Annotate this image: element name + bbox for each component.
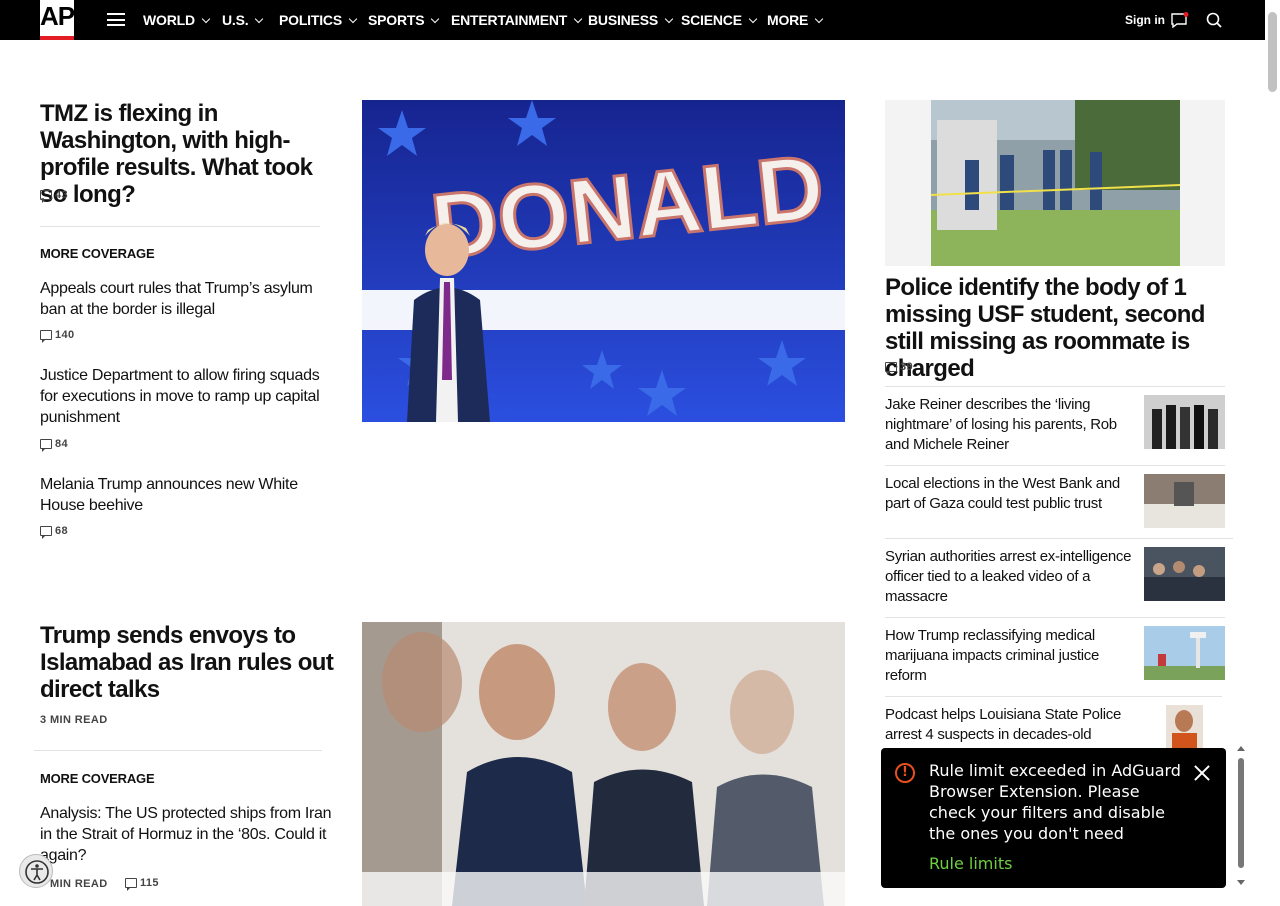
notification-chat-icon[interactable] — [1171, 12, 1189, 28]
top-navigation: AP WORLD U.S. POLITICS SPORTS ENTERTAINM… — [0, 0, 1265, 40]
nav-label: POLITICS — [279, 12, 342, 28]
comment-number: 140 — [55, 329, 75, 341]
search-icon[interactable] — [1206, 12, 1222, 28]
comment-count[interactable]: 140 — [40, 328, 75, 343]
more-coverage-label: MORE COVERAGE — [40, 246, 155, 261]
chevron-down-icon — [201, 14, 211, 24]
comment-count[interactable]: 115 — [125, 876, 159, 891]
comment-icon — [40, 190, 52, 203]
sidebar-story-4[interactable]: How Trump reclassifying medical marijuan… — [885, 626, 1135, 686]
nav-label: MORE — [767, 12, 809, 28]
sidebar-thumb-2[interactable] — [1144, 474, 1225, 528]
sidebar-story-5[interactable]: Podcast helps Louisiana State Police arr… — [885, 705, 1147, 745]
logo-text: AP — [40, 1, 75, 31]
thumb-tower — [1144, 626, 1225, 680]
nav-label: SPORTS — [368, 12, 425, 28]
divider — [885, 696, 1222, 697]
chevron-down-icon — [814, 14, 824, 24]
nav-sports[interactable]: SPORTS — [368, 11, 440, 29]
related-story-analysis[interactable]: Analysis: The US protected ships from Ir… — [40, 803, 336, 866]
related-story-2[interactable]: Justice Department to allow firing squad… — [40, 365, 336, 428]
divider — [885, 538, 1233, 539]
comment-number: 68 — [55, 525, 69, 537]
logo-red-bar — [40, 36, 74, 40]
comment-icon — [885, 362, 897, 375]
divider — [885, 386, 1225, 387]
chevron-down-icon — [348, 14, 358, 24]
sidebar-thumb-3[interactable] — [1144, 547, 1225, 601]
nav-label: BUSINESS — [588, 12, 658, 28]
chevron-down-icon — [664, 14, 674, 24]
related-story-1[interactable]: Appeals court rules that Trump’s asylum … — [40, 278, 336, 320]
comment-count[interactable]: 84 — [40, 437, 69, 452]
nav-label: SCIENCE — [681, 12, 742, 28]
divider — [885, 465, 1225, 466]
trump-stage-illustration: DONALD — [362, 100, 845, 422]
thumb-people — [1144, 395, 1225, 449]
nav-us[interactable]: U.S. — [222, 11, 264, 29]
sign-in-link[interactable]: Sign in — [1125, 12, 1165, 28]
comment-number: 39 — [900, 361, 914, 373]
related-story-3[interactable]: Melania Trump announces new White House … — [40, 474, 336, 516]
divider — [34, 750, 322, 751]
nav-label: U.S. — [222, 12, 249, 28]
close-icon[interactable] — [1192, 763, 1212, 783]
nav-world[interactable]: WORLD — [143, 11, 211, 29]
lead2-headline[interactable]: Trump sends envoys to Islamabad as Iran … — [40, 622, 340, 703]
lead-headline[interactable]: TMZ is flexing in Washington, with high-… — [40, 100, 335, 208]
lead2-photo-delegation[interactable] — [362, 622, 845, 906]
thumb-ballot — [1144, 474, 1225, 528]
nav-business[interactable]: BUSINESS — [588, 11, 674, 29]
warning-icon: ! — [895, 763, 915, 783]
comment-icon — [125, 878, 137, 891]
divider — [40, 226, 320, 227]
accessibility-icon — [25, 860, 49, 884]
comment-number: 115 — [140, 877, 159, 889]
scrollbar-thumb[interactable] — [1268, 12, 1277, 92]
chevron-down-icon — [748, 14, 758, 24]
comment-icon — [40, 439, 52, 452]
comment-count[interactable]: 39 — [885, 360, 914, 375]
comment-count[interactable]: 68 — [40, 524, 69, 539]
menu-icon[interactable] — [107, 13, 125, 26]
sidebar-thumb-1[interactable] — [1144, 395, 1225, 449]
sidebar-thumb-5[interactable] — [1166, 705, 1203, 749]
comment-number: 84 — [55, 438, 69, 450]
thumb-portrait — [1166, 705, 1203, 749]
read-time: MIN READ — [50, 878, 108, 890]
chevron-down-icon — [573, 14, 583, 24]
chevron-down-icon — [431, 14, 440, 24]
nav-label: ENTERTAINMENT — [451, 12, 568, 28]
lead-photo-trump[interactable]: DONALD — [362, 100, 845, 422]
rule-limits-link[interactable]: Rule limits — [929, 853, 1012, 874]
sidebar-top-headline[interactable]: Police identify the body of 1 missing US… — [885, 274, 1220, 382]
sidebar-top-photo[interactable] — [885, 100, 1225, 266]
accessibility-button[interactable] — [19, 854, 53, 888]
comment-count[interactable]: 43 — [40, 188, 69, 203]
nav-more[interactable]: MORE — [767, 11, 824, 29]
divider — [885, 617, 1225, 618]
toast-scrollbar[interactable] — [1236, 744, 1246, 888]
police-scene-illustration — [885, 100, 1225, 266]
adguard-toast: ! Rule limit exceeded in AdGuard Browser… — [881, 748, 1226, 888]
nav-politics[interactable]: POLITICS — [279, 11, 358, 29]
thumb-crowd — [1144, 547, 1225, 601]
chevron-down-icon — [255, 14, 264, 24]
more-coverage-label: MORE COVERAGE — [40, 771, 155, 786]
read-time: 3 MIN READ — [40, 714, 108, 726]
sidebar-story-1[interactable]: Jake Reiner describes the ‘living nightm… — [885, 395, 1135, 455]
page-scrollbar[interactable] — [1265, 0, 1280, 906]
nav-label: WORLD — [143, 12, 195, 28]
comment-icon — [40, 526, 52, 539]
comment-icon — [40, 330, 52, 343]
sidebar-thumb-4[interactable] — [1144, 626, 1225, 680]
nav-entertainment[interactable]: ENTERTAINMENT — [451, 11, 583, 29]
nav-science[interactable]: SCIENCE — [681, 11, 758, 29]
ap-logo[interactable]: AP — [40, 0, 75, 40]
delegation-illustration — [362, 622, 845, 906]
sidebar-story-2[interactable]: Local elections in the West Bank and par… — [885, 474, 1135, 514]
comment-number: 43 — [55, 189, 69, 201]
sidebar-story-3[interactable]: Syrian authorities arrest ex-intelligenc… — [885, 547, 1135, 607]
toast-message: Rule limit exceeded in AdGuard Browser E… — [929, 761, 1181, 843]
